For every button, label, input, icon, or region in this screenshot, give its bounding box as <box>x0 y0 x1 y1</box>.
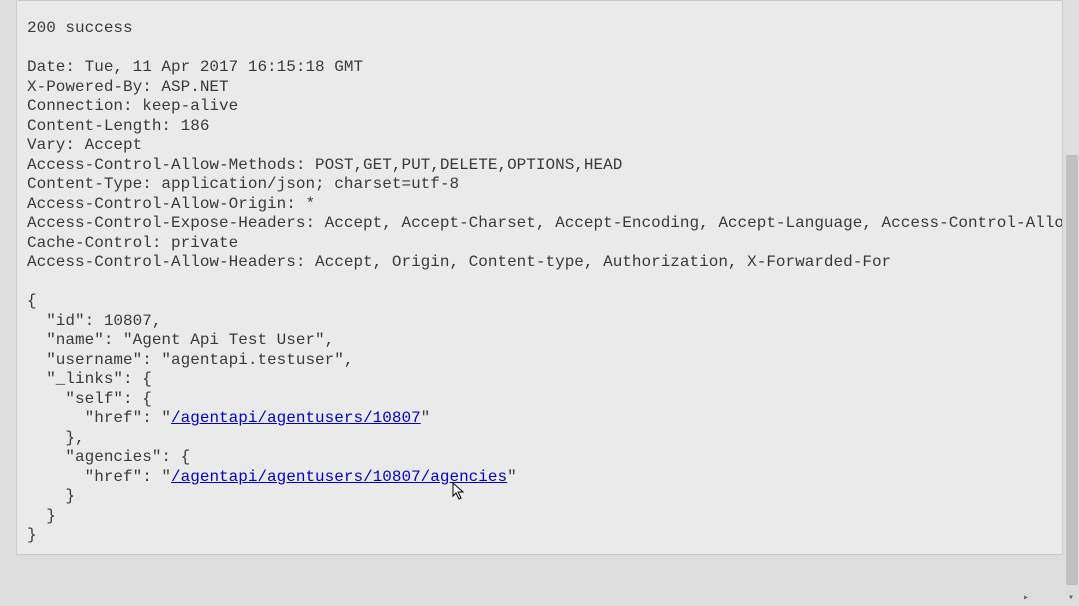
vertical-scrollbar-thumb[interactable] <box>1066 155 1078 585</box>
agencies-link[interactable]: /agentapi/agentusers/10807/agencies <box>171 468 507 486</box>
json-id: "id": 10807, <box>27 312 161 330</box>
json-self-close: }, <box>27 429 85 447</box>
json-agencies-href-post: " <box>507 468 517 486</box>
response-panel: 200 success Date: Tue, 11 Apr 2017 16:15… <box>16 0 1063 555</box>
status-line: 200 success <box>27 19 133 37</box>
json-name: "name": "Agent Api Test User", <box>27 331 334 349</box>
header-vary: Vary: Accept <box>27 136 142 154</box>
json-username: "username": "agentapi.testuser", <box>27 351 353 369</box>
header-content-type: Content-Type: application/json; charset=… <box>27 175 459 193</box>
scroll-down-icon[interactable]: ▾ <box>1065 593 1077 605</box>
header-ac-expose-headers: Access-Control-Expose-Headers: Accept, A… <box>27 214 1063 232</box>
json-links-open: "_links": { <box>27 370 152 388</box>
scroll-right-icon[interactable]: ▸ <box>1019 593 1033 605</box>
header-powered-by: X-Powered-By: ASP.NET <box>27 78 229 96</box>
json-self-href-post: " <box>421 409 431 427</box>
vertical-scrollbar[interactable] <box>1065 0 1079 606</box>
json-agencies-href-pre: "href": " <box>27 468 171 486</box>
header-connection: Connection: keep-alive <box>27 97 238 115</box>
header-date: Date: Tue, 11 Apr 2017 16:15:18 GMT <box>27 58 363 76</box>
horizontal-scrollbar[interactable]: ▸ <box>16 592 1049 606</box>
json-self-href-pre: "href": " <box>27 409 171 427</box>
header-ac-allow-origin: Access-Control-Allow-Origin: * <box>27 195 315 213</box>
json-links-close: } <box>27 507 56 525</box>
json-agencies-open: "agencies": { <box>27 448 190 466</box>
json-close-brace: } <box>27 526 37 544</box>
json-self-open: "self": { <box>27 390 152 408</box>
json-open-brace: { <box>27 292 37 310</box>
header-ac-allow-headers: Access-Control-Allow-Headers: Accept, Or… <box>27 253 891 271</box>
header-ac-allow-methods: Access-Control-Allow-Methods: POST,GET,P… <box>27 156 622 174</box>
json-agencies-close: } <box>27 487 75 505</box>
response-content: 200 success Date: Tue, 11 Apr 2017 16:15… <box>27 19 1052 546</box>
self-link[interactable]: /agentapi/agentusers/10807 <box>171 409 421 427</box>
header-content-length: Content-Length: 186 <box>27 117 209 135</box>
header-cache-control: Cache-Control: private <box>27 234 238 252</box>
